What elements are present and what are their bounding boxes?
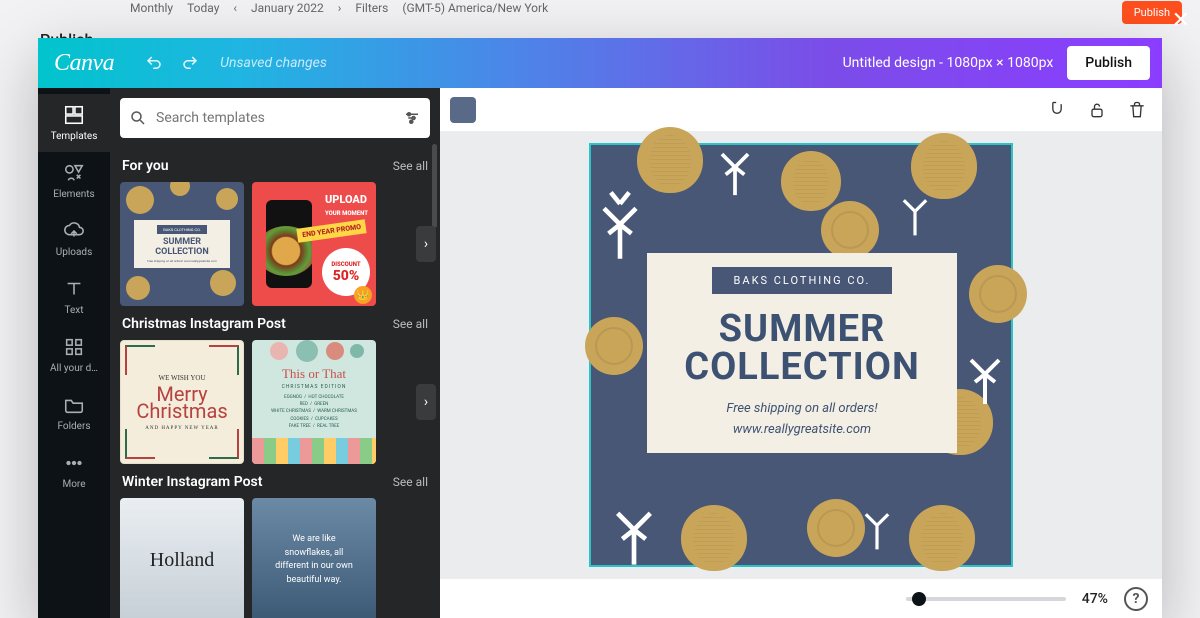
row-next-button[interactable]: › — [416, 384, 436, 420]
zoom-slider[interactable] — [906, 597, 1066, 601]
template-thumb[interactable]: This or That CHRISTMAS EDITION EGGNOG / … — [252, 340, 376, 464]
rail-folders[interactable]: Folders — [38, 384, 110, 442]
rail-label: Elements — [53, 189, 94, 200]
publish-button[interactable]: Publish — [1067, 46, 1150, 80]
row-next-button[interactable]: › — [416, 226, 436, 262]
canva-logo: Canva — [54, 50, 114, 77]
sidebar-rail: Templates Elements Uploads Text All your… — [38, 88, 110, 618]
help-icon[interactable]: ? — [1124, 587, 1148, 611]
template-thumb[interactable]: BAKS CLOTHING CO. SUMMERCOLLECTION Free … — [120, 182, 244, 306]
rail-templates[interactable]: Templates — [38, 94, 110, 152]
rail-more[interactable]: More — [38, 442, 110, 500]
premium-badge-icon: 👑 — [354, 286, 372, 304]
see-all-christmas[interactable]: See all — [393, 317, 428, 331]
rail-all-designs[interactable]: All your d… — [38, 326, 110, 384]
template-thumb[interactable]: Holland — [120, 498, 244, 618]
zoom-value: 47% — [1082, 591, 1108, 607]
rail-uploads[interactable]: Uploads — [38, 210, 110, 268]
color-swatch[interactable] — [450, 97, 476, 123]
search-icon — [128, 108, 148, 128]
canva-editor: Canva Unsaved changes Untitled design - … — [38, 38, 1162, 618]
panel-scrollbar[interactable] — [432, 144, 437, 228]
undo-button[interactable] — [138, 47, 170, 79]
filters-icon[interactable] — [402, 108, 422, 128]
stage[interactable]: BAKS CLOTHING CO. SUMMERCOLLECTION Free … — [440, 132, 1162, 578]
editor-header: Canva Unsaved changes Untitled design - … — [38, 38, 1162, 88]
context-toolbar — [440, 88, 1162, 132]
trash-icon[interactable] — [1122, 95, 1152, 125]
section-christmas: Christmas Instagram Post — [122, 316, 286, 332]
rail-label: Text — [64, 305, 83, 316]
zoom-knob[interactable] — [912, 592, 926, 606]
zoom-bar: 47% ? — [440, 578, 1162, 618]
rail-elements[interactable]: Elements — [38, 152, 110, 210]
templates-panel: For you See all BAKS CLOTHING CO. SUMMER… — [110, 88, 440, 618]
lock-icon[interactable] — [1082, 95, 1112, 125]
template-thumb[interactable]: We are like snowflakes, all different in… — [252, 498, 376, 618]
design-text-card[interactable]: BAKS CLOTHING CO. SUMMERCOLLECTION Free … — [647, 253, 957, 453]
rail-label: Templates — [51, 131, 98, 142]
canvas-area: BAKS CLOTHING CO. SUMMERCOLLECTION Free … — [440, 88, 1162, 618]
design-canvas[interactable]: BAKS CLOTHING CO. SUMMERCOLLECTION Free … — [591, 145, 1011, 565]
background-toolbar: MonthlyToday ‹January 2022 ›Filters (GMT… — [0, 0, 1200, 16]
redo-button[interactable] — [174, 47, 206, 79]
styles-icon[interactable] — [1042, 95, 1072, 125]
section-for-you: For you — [122, 158, 169, 174]
headline: SUMMERCOLLECTION — [684, 310, 920, 386]
rail-label: More — [62, 479, 85, 490]
section-winter: Winter Instagram Post — [122, 474, 262, 490]
see-all-winter[interactable]: See all — [393, 475, 428, 489]
search-input[interactable] — [156, 110, 394, 126]
design-title[interactable]: Untitled design - 1080px × 1080px — [843, 55, 1054, 71]
subtext: Free shipping on all orders!www.reallygr… — [726, 398, 877, 439]
template-thumb[interactable]: WE WISH YOU Merry Christmas AND HAPPY NE… — [120, 340, 244, 464]
see-all-for-you[interactable]: See all — [393, 159, 428, 173]
rail-label: Uploads — [56, 247, 92, 258]
search-templates[interactable] — [120, 98, 430, 138]
rail-text[interactable]: Text — [38, 268, 110, 326]
template-thumb[interactable]: UPLOADYOUR MOMENT END YEAR PROMO DISCOUN… — [252, 182, 376, 306]
close-modal-icon[interactable] — [1172, 8, 1190, 33]
rail-label: All your d… — [50, 363, 98, 374]
brand-band: BAKS CLOTHING CO. — [712, 267, 893, 294]
rail-label: Folders — [57, 421, 90, 432]
save-status: Unsaved changes — [220, 55, 327, 71]
